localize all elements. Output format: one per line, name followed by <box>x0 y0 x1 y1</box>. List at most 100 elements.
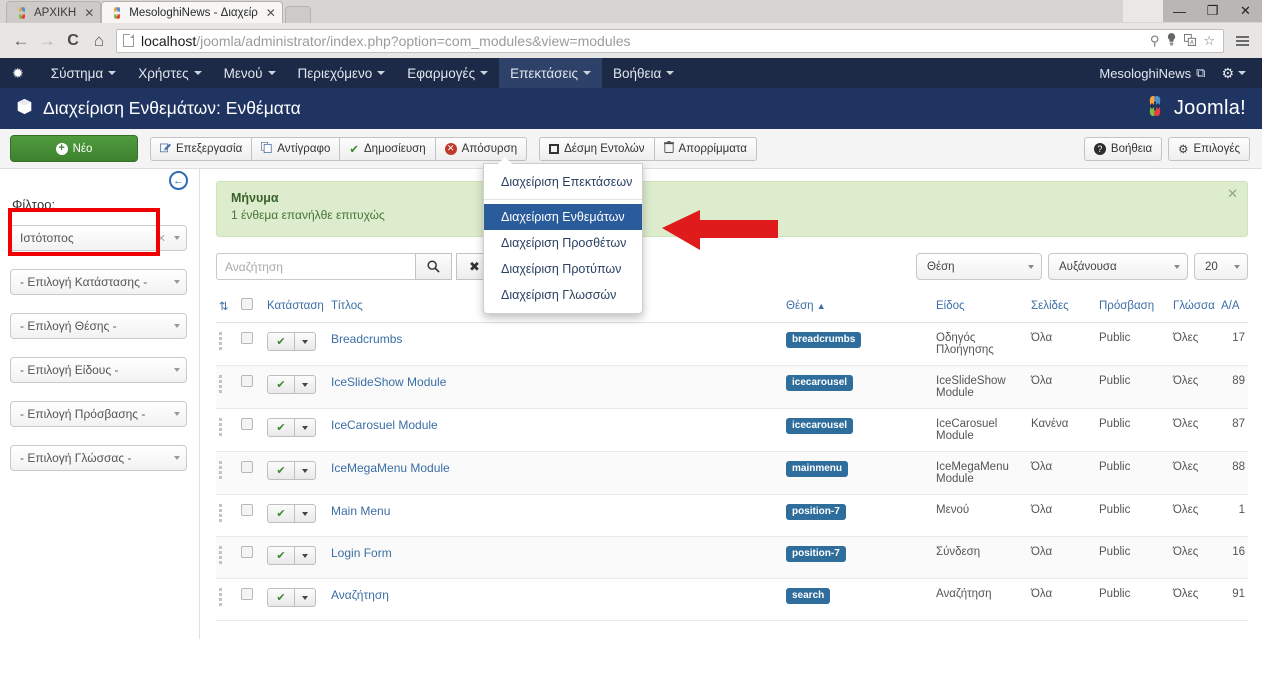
th-pages[interactable]: Σελίδες <box>1028 294 1096 323</box>
th-type[interactable]: Είδος <box>933 294 1028 323</box>
th-position[interactable]: Θέση ▲ <box>783 294 933 323</box>
filter-status-select[interactable]: - Επιλογή Κατάστασης - <box>10 269 187 295</box>
row-drag-handle[interactable] <box>216 494 238 537</box>
row-drag-handle[interactable] <box>216 578 238 621</box>
row-checkbox[interactable] <box>241 332 253 344</box>
translate-icon[interactable]: A <box>1184 33 1197 48</box>
status-dropdown-button[interactable] <box>294 332 316 351</box>
row-checkbox[interactable] <box>241 375 253 387</box>
published-button[interactable]: ✔ <box>267 332 295 351</box>
row-drag-handle[interactable] <box>216 536 238 579</box>
edit-button[interactable]: Επεξεργασία <box>150 136 253 161</box>
module-title-link[interactable]: IceCarosuel Module <box>331 418 438 432</box>
th-language[interactable]: Γλώσσα <box>1170 294 1218 323</box>
tab-close-icon[interactable]: ✕ <box>84 7 94 19</box>
dropdown-item-extension-manager[interactable]: Διαχείριση Επεκτάσεων <box>484 169 642 195</box>
forward-icon[interactable]: → <box>34 28 60 54</box>
window-maximize-button[interactable]: ❐ <box>1196 0 1229 22</box>
status-dropdown-button[interactable] <box>294 504 316 523</box>
status-dropdown-button[interactable] <box>294 461 316 480</box>
window-close-button[interactable]: ✕ <box>1229 0 1262 22</box>
trash-button[interactable]: Απορρίμματα <box>653 136 757 161</box>
module-title-link[interactable]: Αναζήτηση <box>331 588 389 602</box>
new-button[interactable]: + Νέο <box>10 135 138 162</box>
home-icon[interactable]: ⌂ <box>86 28 112 54</box>
th-ordering[interactable]: ⇅ <box>216 294 238 323</box>
sidebar-collapse-button[interactable]: ← <box>169 171 188 190</box>
menu-item-content[interactable]: Περιεχόμενο <box>287 58 397 88</box>
module-title-link[interactable]: IceSlideShow Module <box>331 375 446 389</box>
help-button[interactable]: ? Βοήθεια <box>1083 136 1163 161</box>
zoom-out-icon[interactable]: ⚲ <box>1150 34 1160 47</box>
copy-button[interactable]: Αντίγραφο <box>251 136 341 161</box>
menu-item-components[interactable]: Εφαρμογές <box>396 58 499 88</box>
published-button[interactable]: ✔ <box>267 461 295 480</box>
clear-filter-icon[interactable]: ✕ <box>157 232 166 245</box>
sort-direction-select[interactable]: Αυξάνουσα <box>1048 253 1188 280</box>
status-dropdown-button[interactable] <box>294 375 316 394</box>
browser-menu-icon[interactable] <box>1230 28 1254 54</box>
filter-access-select[interactable]: - Επιλογή Πρόσβασης - <box>10 401 187 427</box>
bookmark-star-icon[interactable]: ☆ <box>1203 34 1215 47</box>
row-checkbox[interactable] <box>241 588 253 600</box>
menu-item-help[interactable]: Βοήθεια <box>602 58 685 88</box>
filter-client-select[interactable]: Ιστότοπος ✕ <box>10 225 187 251</box>
th-status[interactable]: Κατάσταση <box>264 294 328 323</box>
browser-tab-2[interactable]: MesologhiNews - Διαχείρ ✕ <box>101 1 283 23</box>
row-checkbox[interactable] <box>241 461 253 473</box>
published-button[interactable]: ✔ <box>267 588 295 607</box>
window-minimize-button[interactable]: — <box>1163 0 1196 22</box>
published-button[interactable]: ✔ <box>267 546 295 565</box>
dropdown-item-language-manager[interactable]: Διαχείριση Γλωσσών <box>484 282 642 308</box>
tab-close-icon[interactable]: ✕ <box>266 7 276 19</box>
published-button[interactable]: ✔ <box>267 375 295 394</box>
row-checkbox[interactable] <box>241 546 253 558</box>
batch-button[interactable]: Δέσμη Εντολών <box>539 136 655 161</box>
close-icon[interactable]: ✕ <box>1227 187 1238 200</box>
search-input[interactable] <box>216 253 416 280</box>
filter-type-select[interactable]: - Επιλογή Είδους - <box>10 357 187 383</box>
reload-icon[interactable]: C <box>60 28 86 54</box>
dropdown-item-module-manager[interactable]: Διαχείριση Ενθεμάτων <box>484 204 642 230</box>
published-button[interactable]: ✔ <box>267 504 295 523</box>
publish-button[interactable]: ✔ Δημοσίευση <box>339 136 436 161</box>
filter-position-select[interactable]: - Επιλογή Θέσης - <box>10 313 187 339</box>
row-drag-handle[interactable] <box>216 322 238 366</box>
menu-item-menus[interactable]: Μενού <box>213 58 287 88</box>
module-title-link[interactable]: Breadcrumbs <box>331 332 402 346</box>
user-settings-menu[interactable]: ⚙ <box>1215 65 1252 82</box>
list-limit-select[interactable]: 20 <box>1194 253 1248 280</box>
back-icon[interactable]: ← <box>8 28 34 54</box>
joomla-logo-icon[interactable]: ✹ <box>12 66 24 80</box>
module-title-link[interactable]: Login Form <box>331 546 392 560</box>
row-checkbox[interactable] <box>241 418 253 430</box>
status-dropdown-button[interactable] <box>294 546 316 565</box>
options-button[interactable]: ⚙ Επιλογές <box>1168 136 1250 161</box>
status-dropdown-button[interactable] <box>294 588 316 607</box>
published-button[interactable]: ✔ <box>267 418 295 437</box>
th-id[interactable]: Α/Α <box>1218 294 1248 323</box>
menu-item-users[interactable]: Χρήστες <box>127 58 212 88</box>
status-dropdown-button[interactable] <box>294 418 316 437</box>
row-drag-handle[interactable] <box>216 365 238 409</box>
row-drag-handle[interactable] <box>216 408 238 452</box>
th-access[interactable]: Πρόσβαση <box>1096 294 1170 323</box>
search-button[interactable] <box>415 253 452 280</box>
lightbulb-icon[interactable] <box>1166 33 1177 48</box>
filter-language-select[interactable]: - Επιλογή Γλώσσας - <box>10 445 187 471</box>
select-all-checkbox[interactable] <box>241 298 253 310</box>
menu-item-extensions[interactable]: Επεκτάσεις <box>499 58 602 88</box>
address-bar[interactable]: localhost/joomla/administrator/index.php… <box>116 28 1224 53</box>
browser-tab-1[interactable]: ΑΡΧΙΚΗ ✕ <box>6 1 102 23</box>
unpublish-button[interactable]: ✕ Απόσυρση <box>434 136 528 161</box>
module-title-link[interactable]: Main Menu <box>331 504 390 518</box>
new-tab-button[interactable] <box>284 6 311 23</box>
sort-by-select[interactable]: Θέση <box>916 253 1042 280</box>
site-name-link[interactable]: MesologhiNews ⧉ <box>1093 65 1211 81</box>
row-checkbox[interactable] <box>241 504 253 516</box>
module-title-link[interactable]: IceMegaMenu Module <box>331 461 450 475</box>
menu-item-system[interactable]: Σύστημα <box>40 58 127 88</box>
dropdown-item-plugin-manager[interactable]: Διαχείριση Προσθέτων <box>484 230 642 256</box>
row-drag-handle[interactable] <box>216 451 238 495</box>
dropdown-item-template-manager[interactable]: Διαχείριση Προτύπων <box>484 256 642 282</box>
